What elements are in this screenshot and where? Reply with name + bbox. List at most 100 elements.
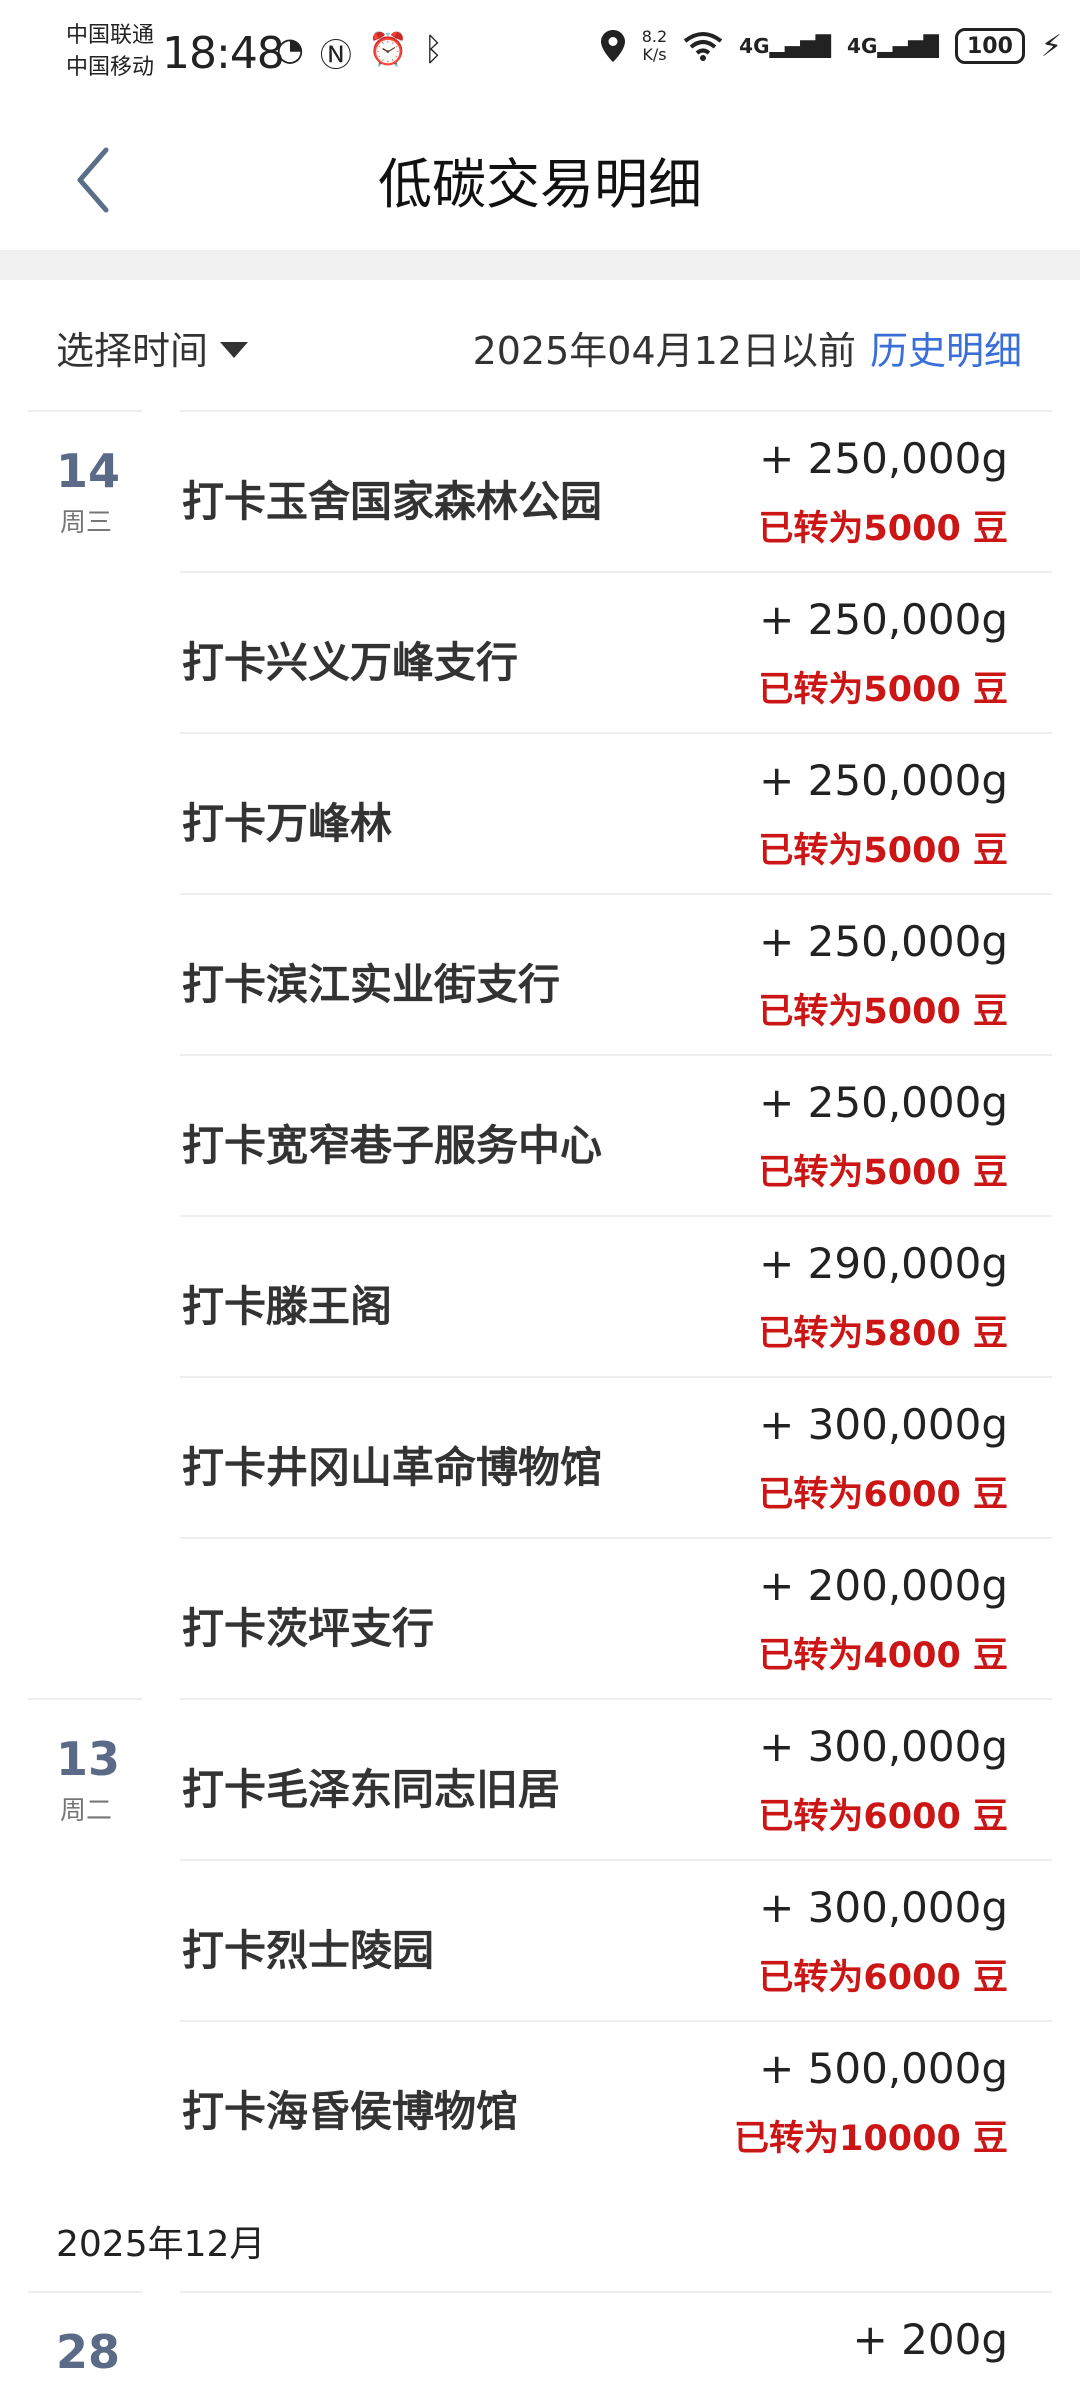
row-content: 打卡兴义万峰支行 + 250,000g 已转为5000 豆 bbox=[180, 571, 1052, 734]
status-icons-left: ◔ Ⓝ ⏰ ᛒ bbox=[276, 30, 443, 76]
day-number: 13 bbox=[56, 1732, 121, 1786]
transaction-amount: + 300,000g bbox=[759, 1722, 1008, 1771]
transaction-amount: + 250,000g bbox=[759, 434, 1008, 483]
history-link[interactable]: 历史明细 bbox=[870, 329, 1022, 373]
row-content: 打卡玉舍国家森林公园 + 250,000g 已转为5000 豆 bbox=[180, 410, 1052, 573]
weekday-label: 周三 bbox=[60, 508, 113, 538]
table-row[interactable]: 打卡滕王阁 + 290,000g 已转为5800 豆 bbox=[0, 1215, 1080, 1376]
alarm-icon: ⏰ bbox=[367, 30, 408, 68]
signal-1-label: 4G bbox=[739, 34, 770, 58]
table-row[interactable]: 打卡茨坪支行 + 200,000g 已转为4000 豆 bbox=[0, 1537, 1080, 1698]
location-icon bbox=[600, 30, 625, 62]
converted-beans-label: 已转为5000 豆 bbox=[758, 670, 1008, 710]
date-column bbox=[28, 1537, 142, 1698]
transaction-amount: + 250,000g bbox=[759, 1078, 1008, 1127]
transaction-name: 打卡兴义万峰支行 bbox=[182, 638, 519, 687]
date-range-text: 2025年04月12日以前 bbox=[472, 329, 856, 373]
carrier-2: 中国移动 bbox=[66, 55, 155, 80]
converted-beans-label: 已转为6000 豆 bbox=[758, 1797, 1008, 1837]
transaction-amount: + 500,000g bbox=[759, 2044, 1008, 2093]
date-column bbox=[28, 2020, 142, 2181]
signal-icon-2: 4G▂▄▆█ bbox=[847, 34, 939, 58]
network-speed: 8.2 K/s bbox=[642, 28, 667, 64]
table-row[interactable]: 28 + 200g bbox=[0, 2291, 1080, 2391]
battery-level: 100 bbox=[966, 33, 1013, 59]
network-speed-unit: K/s bbox=[642, 45, 667, 64]
transaction-amount: + 200,000g bbox=[759, 1561, 1008, 1610]
row-content: 打卡烈士陵园 + 300,000g 已转为6000 豆 bbox=[180, 1859, 1052, 2022]
caret-down-icon bbox=[220, 341, 249, 358]
weekday-label: 周二 bbox=[60, 1796, 113, 1826]
row-content: 打卡茨坪支行 + 200,000g 已转为4000 豆 bbox=[180, 1537, 1052, 1700]
date-range-info: 2025年04月12日以前 历史明细 bbox=[473, 320, 1022, 375]
row-content: 打卡滨江实业街支行 + 250,000g 已转为5000 豆 bbox=[180, 893, 1052, 1056]
table-row[interactable]: 打卡井冈山革命博物馆 + 300,000g 已转为6000 豆 bbox=[0, 1376, 1080, 1537]
converted-beans-label: 已转为6000 豆 bbox=[758, 1475, 1008, 1515]
date-column: 28 bbox=[28, 2291, 142, 2393]
month-label: 2025年12月 bbox=[56, 2224, 266, 2265]
transaction-amount: + 300,000g bbox=[759, 1400, 1008, 1449]
table-row[interactable]: 13 周二 打卡毛泽东同志旧居 + 300,000g 已转为6000 豆 bbox=[0, 1698, 1080, 1859]
filter-bar: 选择时间 2025年04月12日以前 历史明细 bbox=[0, 280, 1080, 410]
transaction-amount: + 250,000g bbox=[759, 917, 1008, 966]
date-column bbox=[28, 1215, 142, 1376]
row-content: 打卡万峰林 + 250,000g 已转为5000 豆 bbox=[180, 732, 1052, 895]
transaction-amount: + 250,000g bbox=[759, 756, 1008, 805]
date-column bbox=[28, 1376, 142, 1537]
signal-2-label: 4G bbox=[847, 34, 878, 58]
wifi-icon bbox=[683, 32, 723, 61]
network-speed-value: 8.2 bbox=[641, 27, 668, 46]
table-row[interactable]: 14 周三 打卡玉舍国家森林公园 + 250,000g 已转为5000 豆 bbox=[0, 410, 1080, 571]
table-row[interactable]: 打卡海昏侯博物馆 + 500,000g 已转为10000 豆 bbox=[0, 2020, 1080, 2181]
date-column: 13 周二 bbox=[28, 1698, 142, 1861]
nav-bar: 低碳交易明细 bbox=[0, 100, 1080, 250]
transaction-name: 打卡滨江实业街支行 bbox=[182, 960, 561, 1009]
transaction-name: 打卡玉舍国家森林公园 bbox=[182, 477, 603, 526]
transaction-amount: + 250,000g bbox=[759, 595, 1008, 644]
signal-icon-1: 4G▂▄▆█ bbox=[739, 34, 832, 58]
converted-beans-label: 已转为5000 豆 bbox=[758, 992, 1008, 1032]
month-header: 2025年12月 bbox=[0, 2181, 1080, 2291]
row-content: + 200g bbox=[180, 2291, 1052, 2393]
row-content: 打卡毛泽东同志旧居 + 300,000g 已转为6000 豆 bbox=[180, 1698, 1052, 1861]
transaction-amount: + 290,000g bbox=[759, 1239, 1008, 1288]
converted-beans-label: 已转为10000 豆 bbox=[734, 2119, 1008, 2159]
transaction-amount: + 300,000g bbox=[759, 1883, 1008, 1932]
date-column bbox=[28, 1054, 142, 1215]
transaction-name: 打卡烈士陵园 bbox=[182, 1926, 435, 1975]
page-title: 低碳交易明细 bbox=[378, 153, 702, 216]
date-column bbox=[28, 893, 142, 1054]
transaction-name: 打卡茨坪支行 bbox=[182, 1604, 435, 1653]
transaction-name: 打卡海昏侯博物馆 bbox=[182, 2087, 519, 2136]
status-time: 18:48 bbox=[162, 28, 285, 79]
battery-icon: 100 bbox=[954, 28, 1025, 64]
table-row[interactable]: 打卡滨江实业街支行 + 250,000g 已转为5000 豆 bbox=[0, 893, 1080, 1054]
transaction-name: 打卡井冈山革命博物馆 bbox=[182, 1443, 603, 1492]
table-row[interactable]: 打卡宽窄巷子服务中心 + 250,000g 已转为5000 豆 bbox=[0, 1054, 1080, 1215]
converted-beans-label: 已转为5000 豆 bbox=[758, 831, 1008, 871]
day-number: 28 bbox=[56, 2325, 121, 2379]
time-select-label: 选择时间 bbox=[56, 329, 209, 373]
table-row[interactable]: 打卡烈士陵园 + 300,000g 已转为6000 豆 bbox=[0, 1859, 1080, 2020]
transaction-name: 打卡滕王阁 bbox=[182, 1282, 393, 1331]
converted-beans-label: 已转为4000 豆 bbox=[758, 1636, 1008, 1676]
row-content: 打卡井冈山革命博物馆 + 300,000g 已转为6000 豆 bbox=[180, 1376, 1052, 1539]
row-content: 打卡海昏侯博物馆 + 500,000g 已转为10000 豆 bbox=[180, 2020, 1052, 2183]
table-row[interactable]: 打卡万峰林 + 250,000g 已转为5000 豆 bbox=[0, 732, 1080, 893]
date-column bbox=[28, 1859, 142, 2020]
date-column bbox=[28, 571, 142, 732]
charging-icon: ⚡ bbox=[1040, 28, 1062, 64]
transaction-name: 打卡毛泽东同志旧居 bbox=[182, 1765, 561, 1814]
date-column bbox=[28, 732, 142, 893]
converted-beans-label: 已转为5000 豆 bbox=[758, 1153, 1008, 1193]
time-select-dropdown[interactable]: 选择时间 bbox=[56, 320, 249, 375]
row-content: 打卡滕王阁 + 290,000g 已转为5800 豆 bbox=[180, 1215, 1052, 1378]
transaction-name: 打卡万峰林 bbox=[182, 799, 393, 848]
transaction-name: 打卡宽窄巷子服务中心 bbox=[182, 1121, 603, 1170]
bluetooth-icon: ᛒ bbox=[423, 30, 443, 68]
carrier-1: 中国联通 bbox=[66, 23, 155, 48]
speedometer-icon: ◔ bbox=[276, 30, 304, 68]
table-row[interactable]: 打卡兴义万峰支行 + 250,000g 已转为5000 豆 bbox=[0, 571, 1080, 732]
transaction-list: 14 周三 打卡玉舍国家森林公园 + 250,000g 已转为5000 豆打卡兴义万峰支… bbox=[0, 410, 1080, 2181]
section-divider bbox=[0, 250, 1080, 280]
